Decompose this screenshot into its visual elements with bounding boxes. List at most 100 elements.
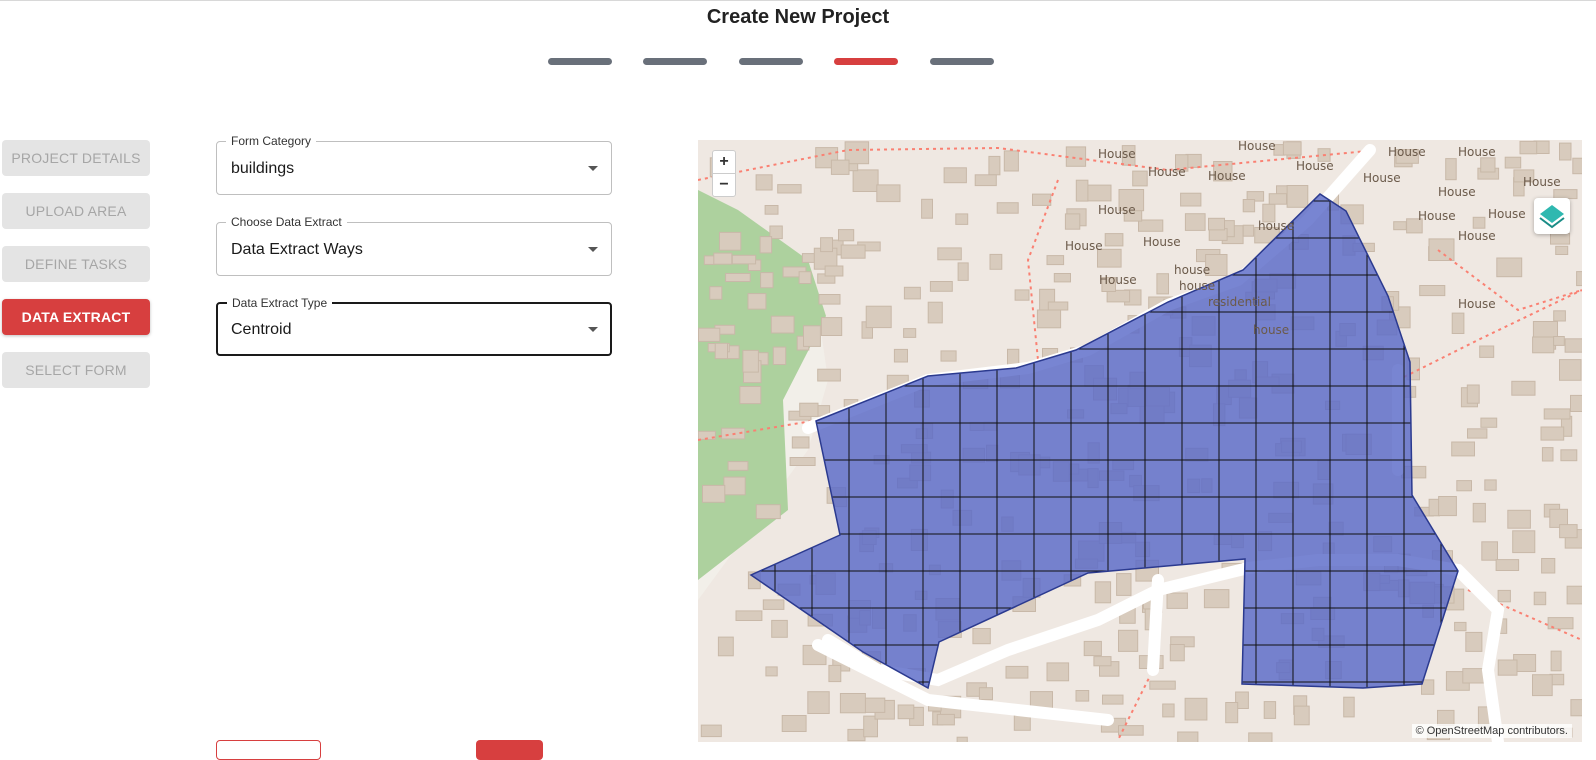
map-building — [1286, 185, 1309, 208]
map-building — [1480, 417, 1498, 428]
map-building — [1242, 199, 1256, 213]
map-building — [1564, 338, 1582, 353]
map-label-house: House — [1388, 145, 1426, 159]
map-building — [1036, 309, 1062, 329]
map-building — [742, 349, 759, 373]
map-canvas[interactable]: House House House House House House Hous… — [698, 140, 1582, 742]
map-building — [755, 504, 781, 520]
step-indicator-4[interactable] — [834, 58, 898, 65]
map-label-house: House — [1098, 203, 1136, 217]
map-building — [1481, 541, 1498, 561]
map-building — [824, 265, 844, 277]
map-label-house: House — [1523, 175, 1561, 189]
map-building — [972, 628, 991, 645]
map-building — [747, 293, 767, 310]
map-building — [1132, 170, 1148, 187]
step-indicator-2[interactable] — [643, 58, 707, 65]
map-label-house: House — [1065, 239, 1103, 253]
map-building — [760, 272, 774, 289]
map-building — [1479, 345, 1495, 358]
map-building — [762, 599, 785, 610]
map-building — [1104, 233, 1124, 247]
map-building — [1138, 219, 1164, 232]
map-building — [1203, 589, 1230, 609]
map-building — [988, 155, 1001, 176]
previous-button[interactable] — [216, 740, 321, 760]
map-building — [755, 174, 773, 191]
map-building — [770, 315, 795, 334]
data-extract-select[interactable]: Choose Data Extract Data Extract Ways — [216, 215, 612, 276]
map-building — [1075, 690, 1090, 702]
map-building — [1293, 705, 1310, 726]
sidebar-item-upload-area[interactable]: UPLOAD AREA — [2, 193, 150, 229]
map-building — [1428, 498, 1440, 517]
map-building — [1046, 662, 1070, 682]
map-building — [936, 713, 955, 726]
map-building — [1555, 245, 1569, 256]
map-building — [1046, 255, 1065, 266]
map-view[interactable]: House House House House House House Hous… — [698, 140, 1582, 742]
map-building — [1462, 668, 1485, 684]
dropdown-arrow-icon[interactable] — [588, 166, 598, 171]
map-building — [929, 281, 953, 292]
map-building — [1484, 479, 1497, 491]
map-building — [807, 691, 830, 715]
map-building — [1454, 621, 1467, 632]
sidebar-item-select-form[interactable]: SELECT FORM — [2, 352, 150, 388]
dropdown-arrow-icon[interactable] — [588, 327, 598, 332]
map-building — [1093, 656, 1112, 667]
map-building — [731, 254, 757, 265]
map-building — [1570, 394, 1582, 412]
step-indicator-3[interactable] — [739, 58, 803, 65]
map-building — [1495, 559, 1520, 572]
dropdown-arrow-icon[interactable] — [588, 247, 598, 252]
zoom-out-button[interactable]: − — [713, 173, 735, 196]
next-button[interactable] — [476, 740, 543, 760]
map-building — [852, 169, 879, 192]
map-building — [1065, 146, 1087, 167]
map-building — [1083, 640, 1102, 657]
map-building — [1497, 659, 1518, 676]
sidebar-item-project-details[interactable]: PROJECT DETAILS — [2, 140, 150, 176]
map-building — [739, 386, 762, 405]
data-extract-type-select[interactable]: Data Extract Type Centroid — [216, 296, 612, 356]
data-extract-value: Data Extract Ways — [231, 241, 363, 258]
map-building — [1572, 157, 1582, 175]
map-building — [1116, 573, 1132, 596]
map-building — [865, 305, 892, 329]
map-building — [1472, 216, 1486, 229]
map-building — [1084, 184, 1112, 202]
map-building — [1559, 359, 1582, 381]
map-label-house: House — [1458, 297, 1496, 311]
map-building — [937, 247, 962, 261]
map-building — [838, 229, 855, 242]
sidebar-item-define-tasks[interactable]: DEFINE TASKS — [2, 246, 150, 282]
map-building — [781, 715, 807, 732]
map-building — [1177, 731, 1199, 742]
map-building — [1480, 157, 1496, 173]
map-building — [1570, 699, 1582, 717]
map-building — [727, 461, 749, 471]
step-indicator-5[interactable] — [930, 58, 994, 65]
form-category-select[interactable]: Form Category buildings — [216, 134, 612, 195]
sidebar-item-data-extract[interactable]: DATA EXTRACT — [2, 299, 150, 335]
step-indicator-1[interactable] — [548, 58, 612, 65]
map-label-house: House — [1238, 140, 1276, 153]
map-label-house-lower: house — [1258, 219, 1294, 233]
data-extract-type-value: Centroid — [231, 321, 292, 338]
layer-switcher-button[interactable] — [1534, 198, 1570, 234]
zoom-in-button[interactable]: + — [713, 151, 735, 173]
map-building — [817, 368, 841, 382]
map-building — [1451, 441, 1476, 457]
map-building — [1553, 310, 1566, 322]
map-building — [1540, 426, 1565, 441]
step-progress — [0, 58, 1596, 66]
map-label-house: House — [1438, 185, 1476, 199]
map-building — [1343, 696, 1355, 718]
map-building — [1005, 665, 1029, 679]
map-label-house: House — [1458, 145, 1496, 159]
map-building — [1208, 217, 1225, 231]
map-building — [1566, 585, 1582, 605]
map-label-house: House — [1418, 209, 1456, 223]
map-building — [1094, 581, 1112, 604]
